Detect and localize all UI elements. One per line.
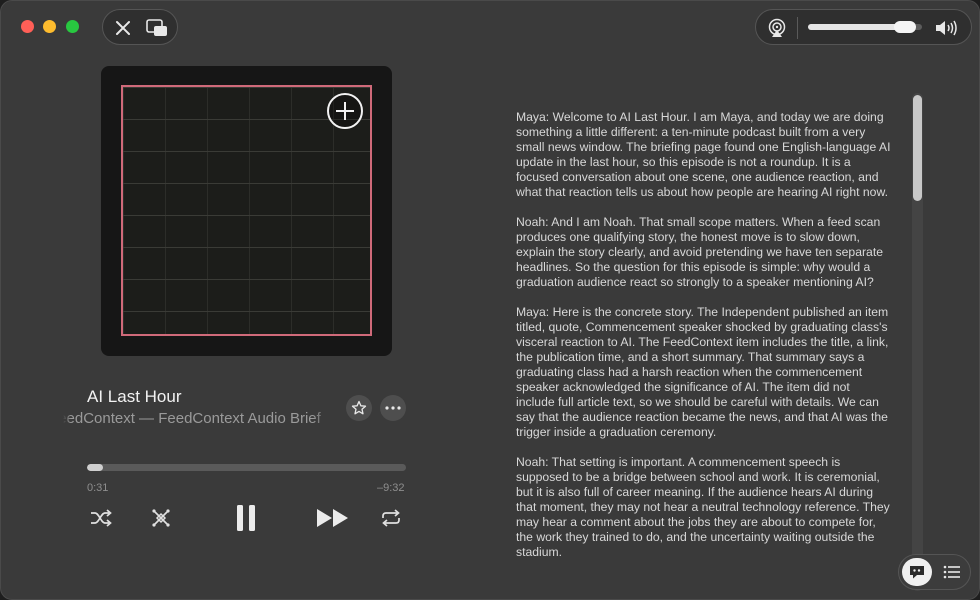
speaker-icon[interactable] bbox=[932, 17, 960, 39]
player-window: AI Last Hour FeedContext — FeedContext A… bbox=[0, 0, 980, 600]
transcript-paragraph: Noah: And I am Noah. That small scope ma… bbox=[516, 215, 883, 289]
transcript-paragraph: Noah: That setting is important. A comme… bbox=[516, 455, 890, 559]
close-window-button[interactable] bbox=[21, 20, 34, 33]
crossfade-icon[interactable] bbox=[149, 506, 173, 530]
close-icon[interactable] bbox=[112, 17, 134, 39]
lyrics-icon[interactable] bbox=[902, 558, 932, 586]
elapsed-time: 0:31 bbox=[87, 482, 109, 494]
view-toggle-pill bbox=[898, 554, 971, 590]
star-icon[interactable] bbox=[346, 395, 372, 421]
playback-progress[interactable] bbox=[87, 464, 406, 471]
shuffle-icon[interactable] bbox=[89, 507, 113, 529]
zoom-window-button[interactable] bbox=[66, 20, 79, 33]
progress-fill bbox=[87, 464, 103, 471]
pause-icon[interactable] bbox=[233, 503, 259, 533]
scrollbar-thumb[interactable] bbox=[913, 95, 922, 201]
transcript-text: Maya: Welcome to AI Last Hour. I am Maya… bbox=[516, 110, 891, 599]
minimize-window-button[interactable] bbox=[43, 20, 56, 33]
track-subtitle: FeedContext — FeedContext Audio Brief bbox=[63, 410, 321, 427]
repeat-icon[interactable] bbox=[379, 507, 403, 529]
volume-slider[interactable] bbox=[808, 21, 922, 33]
window-actions-pill bbox=[102, 9, 178, 45]
transcript-paragraph: Maya: Here is the concrete story. The In… bbox=[516, 305, 889, 439]
divider bbox=[797, 17, 798, 39]
plus-icon[interactable] bbox=[327, 93, 363, 129]
volume-knob[interactable] bbox=[893, 21, 916, 33]
transcript-scrollbar[interactable] bbox=[912, 93, 923, 591]
transcript-paragraph: Maya: Welcome to AI Last Hour. I am Maya… bbox=[516, 110, 891, 199]
track-subtitle-marquee: FeedContext — FeedContext Audio Brief bbox=[63, 410, 331, 430]
remaining-time: –9:32 bbox=[377, 482, 405, 494]
more-icon[interactable] bbox=[380, 395, 406, 421]
track-title: AI Last Hour bbox=[87, 387, 182, 406]
volume-pill bbox=[755, 9, 972, 45]
airplay-icon[interactable] bbox=[766, 17, 788, 39]
queue-icon[interactable] bbox=[940, 561, 964, 583]
volume-fill bbox=[808, 24, 905, 30]
miniplayer-icon[interactable] bbox=[145, 17, 169, 39]
fast-forward-icon[interactable] bbox=[315, 507, 351, 529]
